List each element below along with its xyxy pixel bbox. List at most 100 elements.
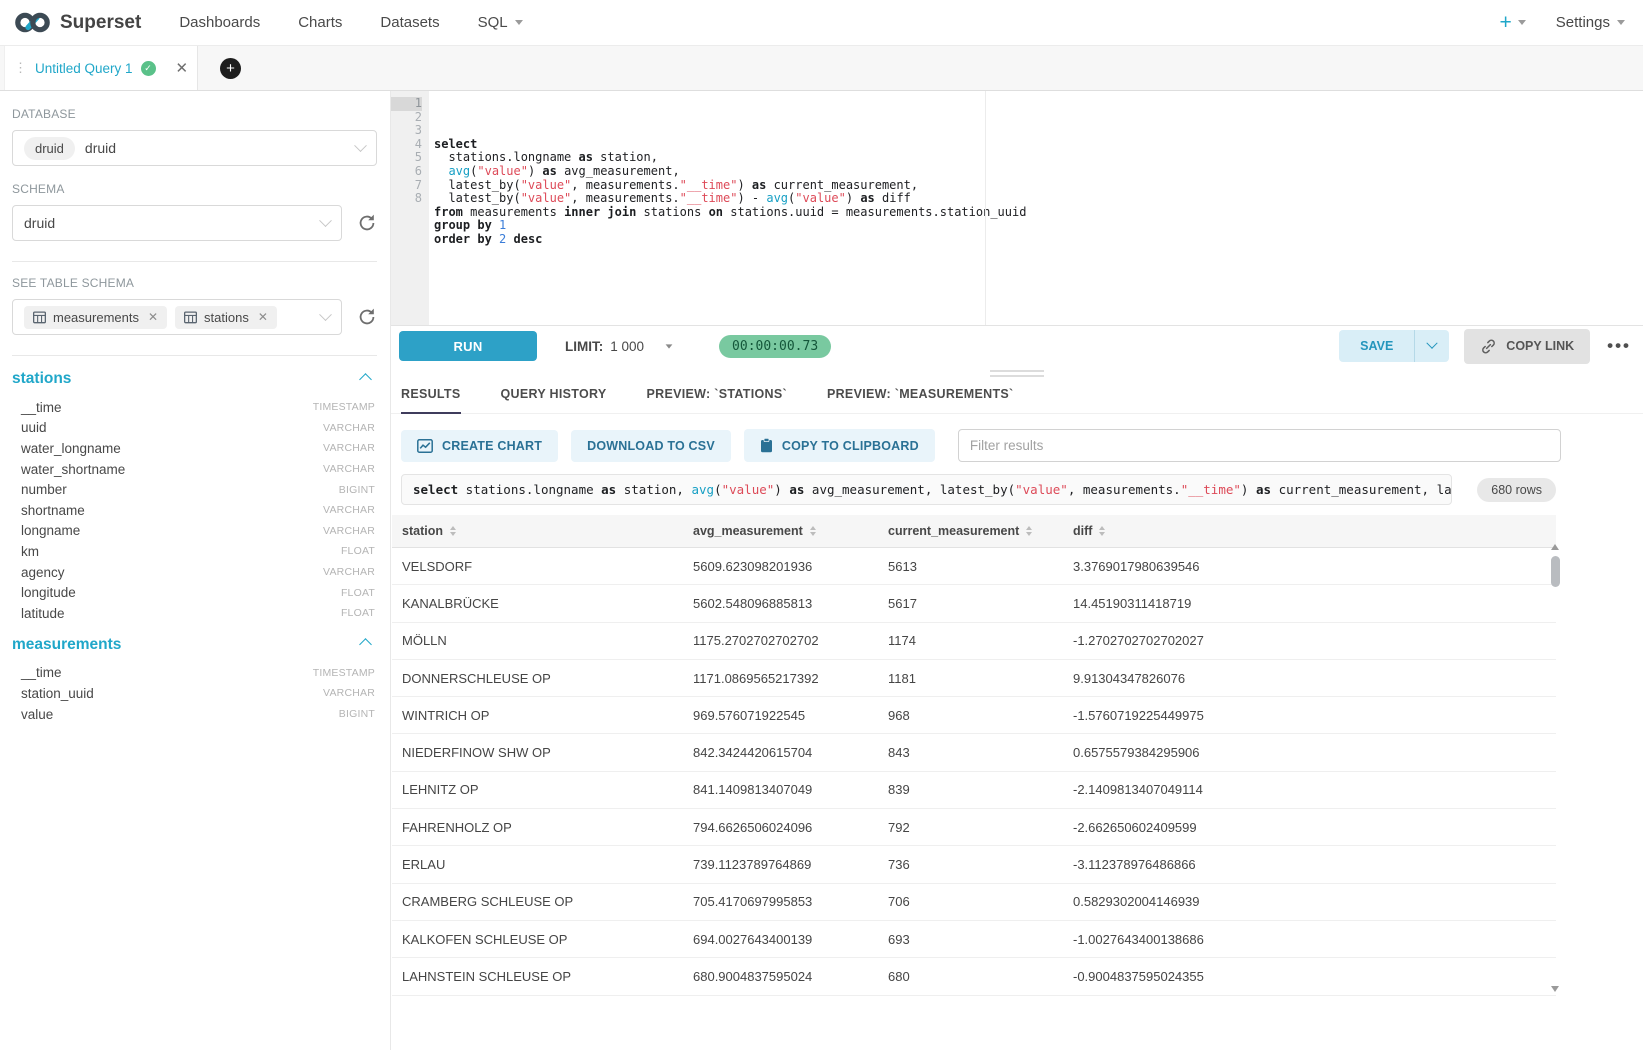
table-section-header[interactable]: stations — [12, 370, 373, 388]
sql-token: from — [434, 205, 463, 219]
line-number: 1 — [391, 97, 422, 111]
query-tab-active[interactable]: ⋮ Untitled Query 1 ✓ ✕ — [4, 46, 198, 90]
sql-token: group by — [434, 218, 492, 232]
table-name[interactable]: measurements — [12, 636, 121, 654]
column-row: water_longnameVARCHAR — [12, 438, 377, 459]
table-row: VELSDORF5609.62309820193656133.376901798… — [392, 548, 1556, 585]
tab-preview-stations[interactable]: PREVIEW: `STATIONS` — [647, 387, 787, 414]
new-query-tab-button[interactable]: + — [220, 58, 241, 79]
copy-link-button[interactable]: COPY LINK — [1464, 329, 1590, 364]
column-header-diff[interactable]: diff — [1063, 524, 1556, 538]
database-select[interactable]: druid druid — [12, 130, 377, 166]
close-tab-icon[interactable]: ✕ — [176, 59, 189, 77]
new-item-button[interactable]: + — [1500, 12, 1526, 33]
table-tag-measurements[interactable]: measurements ✕ — [24, 306, 167, 329]
table-row: MÖLLN1175.27027027027021174-1.2702702702… — [392, 623, 1556, 660]
settings-menu[interactable]: Settings — [1556, 14, 1625, 31]
executed-query-preview[interactable]: select stations.longname as station, avg… — [401, 474, 1452, 505]
table-section-stations: stations __timeTIMESTAMPuuidVARCHARwater… — [12, 370, 377, 624]
code-line: stations.longname as station, — [434, 151, 1643, 165]
table-schema-select[interactable]: measurements ✕ stations ✕ — [12, 299, 342, 335]
remove-table-icon[interactable]: ✕ — [258, 310, 268, 324]
sql-token: , measurements. — [1068, 482, 1181, 497]
column-type: VARCHAR — [323, 422, 375, 434]
see-table-schema-label: SEE TABLE SCHEMA — [12, 276, 377, 290]
filter-results-input[interactable] — [958, 429, 1561, 462]
column-type: VARCHAR — [323, 687, 375, 699]
column-row: longitudeFLOAT — [12, 582, 377, 603]
download-csv-button[interactable]: DOWNLOAD TO CSV — [571, 430, 731, 462]
database-tag: druid — [24, 137, 75, 160]
sql-token: stations.longname — [458, 482, 601, 497]
sql-code[interactable]: select stations.longname as station, avg… — [429, 91, 1643, 325]
run-button[interactable]: RUN — [399, 331, 537, 361]
chevron-down-icon — [515, 20, 523, 25]
sql-token: stations — [636, 205, 708, 219]
sql-token: , measurements. — [571, 178, 679, 192]
sql-token: as — [601, 482, 616, 497]
table-section-header[interactable]: measurements — [12, 636, 373, 654]
nav-datasets[interactable]: Datasets — [380, 14, 439, 31]
refresh-tables-icon[interactable] — [357, 307, 377, 327]
superset-logo-icon — [14, 10, 51, 35]
save-split-button[interactable]: SAVE — [1339, 330, 1449, 362]
table-row: DONNERSCHLEUSE OP1171.086956521739211819… — [392, 660, 1556, 697]
column-type: BIGINT — [339, 708, 375, 720]
table-cell: CRAMBERG SCHLEUSE OP — [392, 894, 683, 909]
column-name: __time — [21, 400, 62, 415]
chevron-down-icon — [354, 139, 367, 152]
limit-dropdown[interactable]: LIMIT: 1 000 — [565, 339, 673, 354]
remove-table-icon[interactable]: ✕ — [148, 310, 158, 324]
sql-token: avg — [691, 482, 714, 497]
save-menu-button[interactable] — [1414, 330, 1449, 362]
sql-editor[interactable]: 12345678 select stations.longname as sta… — [391, 91, 1643, 326]
drag-handle-icon[interactable]: ⋮ — [14, 60, 27, 76]
pane-resize-handle[interactable] — [990, 370, 1044, 380]
chevron-up-icon[interactable] — [359, 638, 372, 651]
column-name: water_longname — [21, 441, 121, 456]
sql-token: as — [579, 150, 593, 164]
tab-preview-measurements[interactable]: PREVIEW: `MEASUREMENTS` — [827, 387, 1014, 414]
code-line: order by 2 desc — [434, 233, 1643, 247]
column-header-current-measurement[interactable]: current_measurement — [878, 524, 1063, 538]
column-name: __time — [21, 665, 62, 680]
nav-dashboards[interactable]: Dashboards — [179, 14, 260, 31]
results-scrollbar[interactable] — [1548, 542, 1562, 994]
chevron-up-icon[interactable] — [359, 373, 372, 386]
line-number: 6 — [391, 165, 422, 179]
nav-sql[interactable]: SQL — [478, 14, 523, 31]
more-actions-button[interactable]: ••• — [1607, 336, 1631, 356]
sql-token: "value" — [521, 178, 572, 192]
table-name[interactable]: stations — [12, 370, 71, 388]
save-button[interactable]: SAVE — [1339, 330, 1414, 362]
superset-brand[interactable]: Superset — [14, 10, 141, 35]
refresh-schema-icon[interactable] — [357, 213, 377, 233]
sql-token: as — [860, 191, 874, 205]
nav-charts[interactable]: Charts — [298, 14, 342, 31]
database-label: DATABASE — [12, 107, 377, 121]
tab-query-history[interactable]: QUERY HISTORY — [501, 387, 607, 414]
tab-results[interactable]: RESULTS — [401, 387, 461, 414]
table-row: LEHNITZ OP841.1409813407049839-2.1409813… — [392, 772, 1556, 809]
chevron-down-icon — [319, 308, 332, 321]
column-header-avg-measurement[interactable]: avg_measurement — [683, 524, 878, 538]
table-cell: LEHNITZ OP — [392, 782, 683, 797]
limit-label: LIMIT: — [565, 339, 603, 354]
table-cell: 693 — [878, 932, 1063, 947]
table-cell: 705.4170697995853 — [683, 894, 878, 909]
table-cell: -3.112378976486866 — [1063, 857, 1556, 872]
column-row: water_shortnameVARCHAR — [12, 459, 377, 480]
table-tag-stations[interactable]: stations ✕ — [175, 306, 277, 329]
scrollbar-thumb[interactable] — [1551, 556, 1560, 587]
copy-clipboard-button[interactable]: COPY TO CLIPBOARD — [744, 429, 935, 462]
column-header-station[interactable]: station — [392, 524, 683, 538]
code-line: select — [434, 138, 1643, 152]
create-chart-button[interactable]: CREATE CHART — [401, 430, 558, 462]
scroll-down-icon[interactable] — [1551, 986, 1559, 992]
scroll-up-icon[interactable] — [1551, 544, 1559, 550]
schema-select[interactable]: druid — [12, 205, 342, 241]
column-type: FLOAT — [341, 587, 375, 599]
sql-token: avg — [766, 191, 788, 205]
chart-icon — [417, 439, 433, 453]
schema-label: SCHEMA — [12, 182, 377, 196]
